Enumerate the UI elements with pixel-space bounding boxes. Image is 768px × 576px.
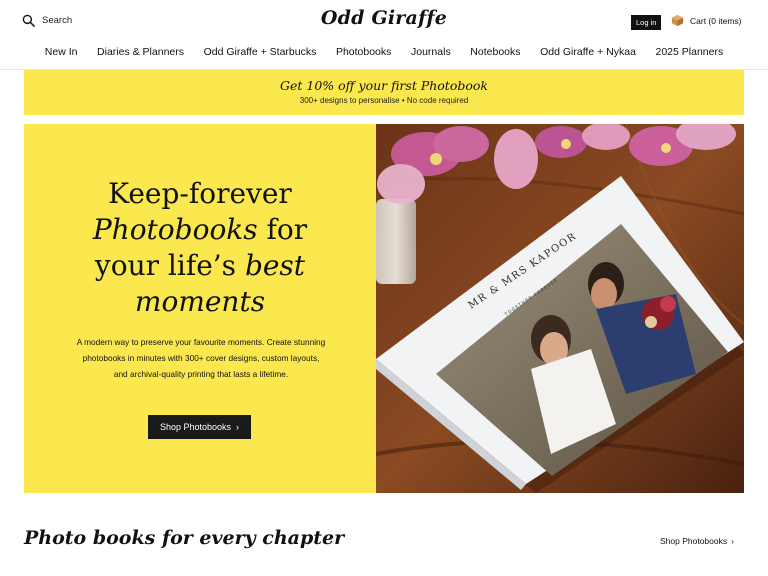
section-link-label: Shop Photobooks (660, 536, 728, 546)
nav-item-photobooks[interactable]: Photobooks (326, 46, 401, 58)
nav-item-new-in[interactable]: New In (35, 46, 87, 58)
photobook-photo: MR & MRS KAPOOR TOGETHER FOREVER (376, 124, 744, 493)
cart-button[interactable]: Cart (0 items) (671, 14, 741, 27)
hero-heading-best: best (244, 249, 306, 282)
hero-description: A modern way to preserve your favourite … (76, 337, 326, 379)
box-icon (671, 14, 684, 27)
nav-item-notebooks[interactable]: Notebooks (461, 46, 531, 58)
section-shop-photobooks-link[interactable]: Shop Photobooks › (660, 536, 734, 546)
nav-item-nykaa[interactable]: Odd Giraffe + Nykaa (530, 46, 645, 58)
nav-item-diaries-planners[interactable]: Diaries & Planners (87, 46, 194, 58)
section-title: Photo books for every chapter (24, 527, 345, 549)
site-header: Search Odd Giraffe Log in Cart (0 items)… (0, 0, 768, 70)
main-nav: New In Diaries & Planners Odd Giraffe + … (0, 46, 768, 58)
shop-photobooks-button[interactable]: Shop Photobooks › (148, 415, 251, 439)
chevron-right-icon: › (731, 536, 734, 546)
cart-label: Cart (0 items) (690, 15, 742, 26)
login-button[interactable]: Log in (631, 15, 662, 30)
chevron-right-icon: › (233, 422, 240, 432)
nav-item-starbucks[interactable]: Odd Giraffe + Starbucks (194, 46, 326, 58)
hero-heading-line1: Keep-forever (108, 177, 292, 210)
nav-item-2025-planners[interactable]: 2025 Planners (646, 46, 733, 58)
hero-heading-moments: moments (134, 285, 266, 318)
hero-heading-your-lifes: your life’s (94, 249, 245, 282)
hero-image: MR & MRS KAPOOR TOGETHER FOREVER (376, 124, 744, 493)
shop-photobooks-label: Shop Photobooks (159, 422, 232, 432)
hero-heading-for: for (257, 213, 308, 246)
hero-text-panel: Keep-forever Photobooks for your life’s … (24, 124, 376, 493)
hero-heading-photobooks: Photobooks (92, 213, 258, 246)
promo-banner[interactable]: Get 10% off your first Photobook 300+ de… (24, 70, 744, 115)
promo-subtitle: 300+ designs to personalise • No code re… (299, 96, 469, 105)
nav-item-journals[interactable]: Journals (401, 46, 460, 58)
hero-heading: Keep-forever Photobooks for your life’s … (24, 176, 376, 320)
promo-title: Get 10% off your first Photobook (280, 78, 488, 93)
hero-section: Keep-forever Photobooks for your life’s … (24, 124, 744, 493)
